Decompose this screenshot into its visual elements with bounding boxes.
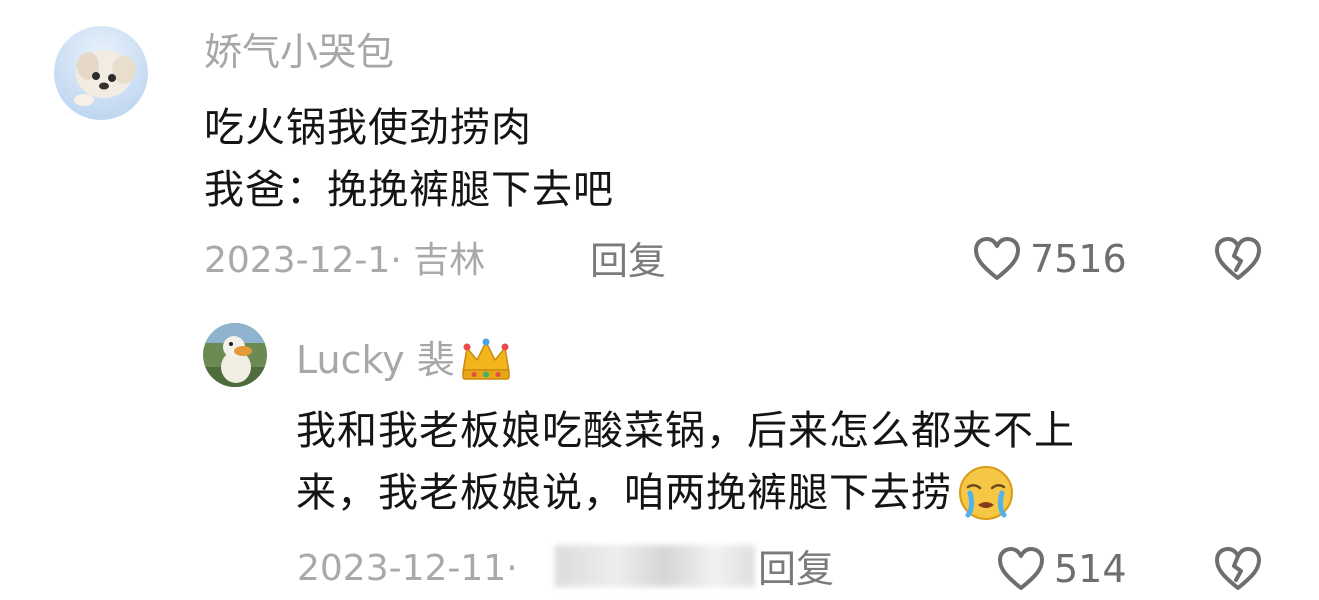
reply-text: 我和我老板娘吃酸菜锅，后来怎么都夹不上 来，我老板娘说，咱两挽裤腿下去捞 bbox=[296, 400, 1075, 524]
avatar[interactable] bbox=[54, 26, 148, 120]
comment-username[interactable]: 娇气小哭包 bbox=[204, 33, 394, 71]
reply-meta: 2023-12-11· bbox=[297, 548, 518, 589]
heart-icon bbox=[974, 237, 1020, 280]
heart-icon bbox=[998, 547, 1044, 590]
reply-button[interactable]: 回复 bbox=[590, 242, 666, 280]
reply-avatar[interactable] bbox=[203, 323, 267, 387]
crown-icon bbox=[461, 338, 510, 380]
comment-text: 吃火锅我使劲捞肉 我爸：挽挽裤腿下去吧 bbox=[204, 97, 614, 221]
reply-dislike-button[interactable] bbox=[1212, 546, 1264, 596]
reply-like-button[interactable]: 514 bbox=[996, 546, 1127, 592]
reply-like-count: 514 bbox=[1054, 547, 1127, 591]
dislike-button[interactable] bbox=[1212, 236, 1264, 286]
comment-line: 我爸：挽挽裤腿下去吧 bbox=[204, 167, 614, 213]
reply-line: 来，我老板娘说，咱两挽裤腿下去捞 bbox=[296, 462, 1075, 524]
blurred-region bbox=[555, 545, 755, 587]
dog-avatar-icon bbox=[54, 26, 148, 120]
reply-line: 我和我老板娘吃酸菜锅，后来怎么都夹不上 bbox=[296, 408, 1075, 454]
duck-avatar-icon bbox=[203, 323, 267, 387]
reply-username-label: Lucky 裴 bbox=[296, 338, 455, 382]
reply-reply-button[interactable]: 回复 bbox=[758, 550, 834, 588]
comment-line: 吃火锅我使劲捞肉 bbox=[204, 105, 532, 151]
reply-username[interactable]: Lucky 裴 bbox=[296, 338, 513, 382]
like-count: 7516 bbox=[1030, 237, 1127, 281]
crying-face-icon bbox=[959, 466, 1013, 520]
reply-line-text: 来，我老板娘说，咱两挽裤腿下去捞 bbox=[296, 470, 952, 516]
like-button[interactable]: 7516 bbox=[972, 236, 1127, 282]
broken-heart-icon bbox=[1215, 237, 1261, 280]
comment-meta: 2023-12-1· 吉林 bbox=[204, 240, 486, 281]
broken-heart-icon bbox=[1215, 547, 1261, 590]
